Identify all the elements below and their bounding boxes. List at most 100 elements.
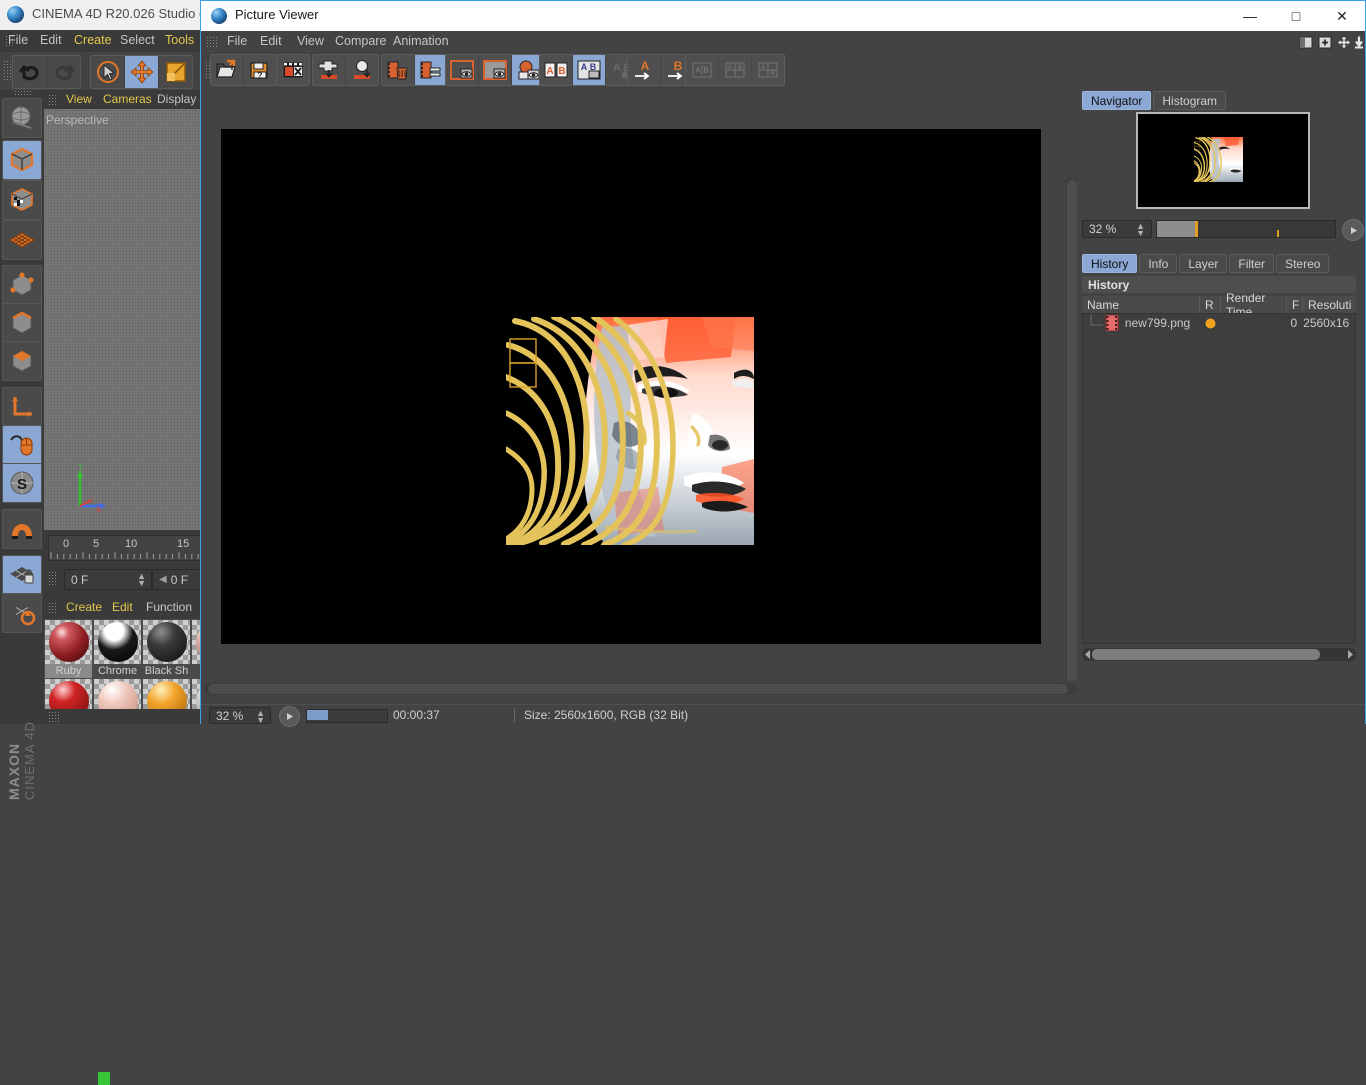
uv-grid-icon[interactable] bbox=[2, 220, 42, 260]
column-header-resolution[interactable]: Resoluti bbox=[1303, 296, 1356, 313]
left-toolbar-drag-handle[interactable] bbox=[14, 90, 32, 96]
history-scroll-thumb[interactable] bbox=[1092, 649, 1320, 660]
save-image-icon[interactable]: ? bbox=[244, 55, 276, 85]
timeline-playhead[interactable] bbox=[98, 1072, 110, 1085]
image-horizontal-scrollbar[interactable] bbox=[204, 683, 1077, 695]
material-manager-drag-handle[interactable] bbox=[48, 602, 58, 614]
c4d-menu-tools[interactable]: Tools bbox=[165, 33, 194, 47]
material-item[interactable]: Ruby bbox=[45, 620, 92, 678]
delete-frame-icon[interactable] bbox=[382, 55, 415, 85]
tab-info[interactable]: Info bbox=[1139, 254, 1178, 273]
timeline-fields-drag-handle[interactable] bbox=[48, 571, 58, 585]
tab-histogram[interactable]: Histogram bbox=[1153, 91, 1227, 110]
material-menu-function[interactable]: Function bbox=[146, 600, 192, 614]
viewport-menu-cameras[interactable]: Cameras bbox=[103, 92, 152, 106]
navigator-zoom-slider-handle[interactable] bbox=[1195, 221, 1198, 237]
object-globe-icon[interactable] bbox=[2, 98, 42, 138]
move-tool-icon[interactable] bbox=[125, 56, 159, 88]
timeline-ruler[interactable]: 0 5 10 15 bbox=[48, 535, 204, 1085]
status-drag-handle[interactable] bbox=[48, 711, 60, 722]
navigator-zoom-slider[interactable] bbox=[1156, 220, 1336, 238]
viewport-drag-handle[interactable] bbox=[48, 94, 58, 105]
pv-menu-view[interactable]: View bbox=[297, 34, 324, 48]
move-panel-icon[interactable] bbox=[1337, 36, 1351, 49]
status-zoom-spinner[interactable]: ▲ ▼ bbox=[256, 709, 265, 725]
rendered-image[interactable] bbox=[221, 129, 1041, 644]
material-item[interactable]: Chrome bbox=[94, 620, 141, 678]
magnet-icon[interactable] bbox=[2, 509, 42, 549]
pv-menu-compare[interactable]: Compare bbox=[335, 34, 386, 48]
material-item[interactable] bbox=[143, 679, 190, 709]
material-menu-create[interactable]: Create bbox=[66, 600, 102, 614]
image-horizontal-scroll-thumb[interactable] bbox=[208, 684, 1068, 694]
tab-history[interactable]: History bbox=[1082, 254, 1138, 273]
view-a-icon[interactable] bbox=[446, 55, 479, 85]
undo-icon[interactable] bbox=[13, 56, 47, 88]
minimize-button[interactable]: — bbox=[1227, 1, 1273, 31]
snap-icon[interactable]: S bbox=[2, 463, 42, 503]
send-to-ram-icon[interactable] bbox=[346, 55, 378, 85]
column-header-render-time[interactable]: Render Time bbox=[1221, 291, 1287, 319]
navigator-zoom-field[interactable]: 32 % ▲ ▼ bbox=[1082, 220, 1152, 238]
pv-menu-file[interactable]: File bbox=[227, 34, 247, 48]
points-cube-icon[interactable] bbox=[2, 265, 42, 305]
c4d-menu-create[interactable]: Create bbox=[74, 33, 112, 47]
current-frame-field[interactable]: 0 F ▲ ▼ bbox=[64, 569, 152, 590]
tab-filter[interactable]: Filter bbox=[1229, 254, 1275, 273]
navigator-preview-box[interactable] bbox=[1136, 112, 1310, 209]
column-header-r[interactable]: R bbox=[1200, 296, 1221, 313]
status-zoom-field[interactable]: 32 % ▲ ▼ bbox=[209, 707, 271, 725]
maximize-button[interactable]: □ bbox=[1273, 1, 1319, 31]
render-settings-icon[interactable] bbox=[277, 55, 309, 85]
pv-menu-edit[interactable]: Edit bbox=[260, 34, 282, 48]
scale-tool-icon[interactable] bbox=[159, 56, 192, 88]
axis-icon[interactable] bbox=[2, 387, 42, 427]
workplane-rotate-icon[interactable] bbox=[2, 593, 42, 633]
edges-cube-icon[interactable] bbox=[2, 303, 42, 343]
c4d-menu-file[interactable]: File bbox=[8, 33, 28, 47]
compare-overlay-icon[interactable]: AB bbox=[573, 55, 606, 85]
status-progress-bar[interactable] bbox=[306, 709, 388, 723]
navigator-play-button[interactable] bbox=[1342, 219, 1364, 241]
material-menu-edit[interactable]: Edit bbox=[112, 600, 133, 614]
table-row[interactable]: new799.png 0 2560x16 bbox=[1083, 314, 1355, 332]
selection-tool-icon[interactable] bbox=[91, 56, 125, 88]
polygon-cube-icon[interactable] bbox=[2, 140, 42, 180]
grid-ab-icon[interactable]: AB bbox=[719, 55, 752, 85]
tab-stereo[interactable]: Stereo bbox=[1276, 254, 1330, 273]
open-image-icon[interactable] bbox=[211, 55, 244, 85]
redo-icon[interactable] bbox=[47, 56, 80, 88]
view-b-icon[interactable] bbox=[479, 55, 512, 85]
compare-side-by-side-icon[interactable]: AB bbox=[540, 55, 573, 85]
add-panel-icon[interactable] bbox=[1318, 36, 1332, 49]
set-a-icon[interactable]: A bbox=[628, 55, 661, 85]
split-layout-icon[interactable] bbox=[1299, 36, 1313, 49]
close-button[interactable]: ✕ bbox=[1319, 1, 1365, 31]
tab-navigator[interactable]: Navigator bbox=[1082, 91, 1152, 110]
send-to-layer-icon[interactable] bbox=[313, 55, 346, 85]
mouse-icon[interactable] bbox=[2, 425, 42, 465]
polygons-cube-icon[interactable] bbox=[2, 341, 42, 381]
c4d-menu-edit[interactable]: Edit bbox=[40, 33, 62, 47]
image-vertical-scroll-thumb[interactable] bbox=[1067, 180, 1077, 681]
c4d-menu-select[interactable]: Select bbox=[120, 33, 155, 47]
tab-layer[interactable]: Layer bbox=[1179, 254, 1228, 273]
image-vertical-scrollbar[interactable] bbox=[1066, 177, 1077, 681]
workplane-lock-icon[interactable] bbox=[2, 555, 42, 595]
texture-cube-icon[interactable] bbox=[2, 180, 42, 220]
column-header-f[interactable]: F bbox=[1287, 296, 1303, 313]
keep-frame-icon[interactable] bbox=[415, 55, 447, 85]
material-item[interactable] bbox=[45, 679, 92, 709]
history-horizontal-scrollbar[interactable] bbox=[1082, 648, 1356, 661]
history-row-list[interactable]: new799.png 0 2560x16 bbox=[1082, 313, 1356, 644]
sequence-ab-icon[interactable]: AB bbox=[752, 55, 784, 85]
picture-viewer-title-bar[interactable]: Picture Viewer — □ ✕ bbox=[201, 1, 1365, 31]
material-item[interactable] bbox=[94, 679, 141, 709]
pv-menu-drag-handle[interactable] bbox=[206, 36, 219, 49]
toolbar-drag-handle[interactable] bbox=[3, 60, 11, 82]
material-item[interactable]: Black Sh bbox=[143, 620, 190, 678]
range-prev-icon[interactable]: ◀ bbox=[159, 574, 167, 585]
column-header-name[interactable]: Name bbox=[1082, 296, 1200, 313]
viewport-menu-display[interactable]: Display bbox=[157, 92, 196, 106]
navigator-zoom-spinner[interactable]: ▲ ▼ bbox=[1136, 222, 1145, 238]
